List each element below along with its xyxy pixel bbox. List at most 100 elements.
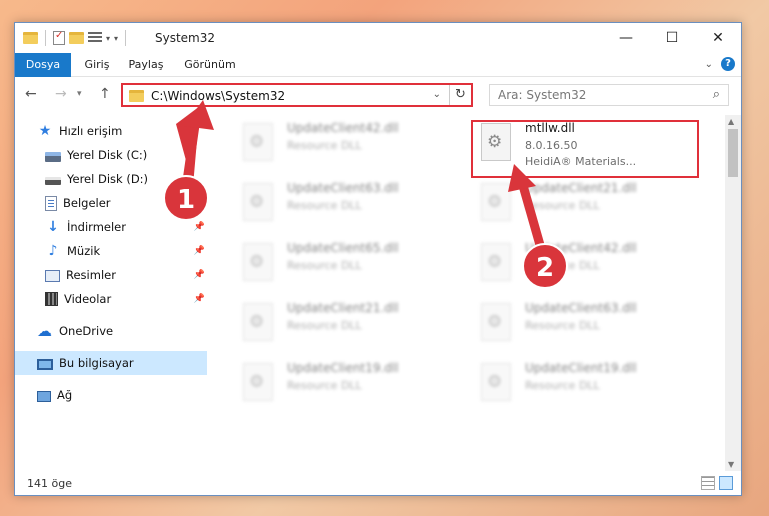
file-item[interactable]: UpdateClient42.dll Resource DLL [475,235,695,293]
file-item[interactable]: UpdateClient63.dll Resource DLL [475,295,695,353]
sidebar-item-pictures[interactable]: Resimler 📌 [45,263,211,287]
file-description: Resource DLL [287,199,362,212]
file-item[interactable]: UpdateClient42.dll Resource DLL [237,115,457,173]
toolbar-divider [125,30,127,46]
tiles-view-icon[interactable] [719,476,733,490]
pin-icon: 📌 [193,222,205,232]
chevron-down-icon[interactable]: ⌄ [433,89,441,100]
file-name: UpdateClient42.dll [287,121,399,135]
dll-file-icon [243,243,273,281]
properties-icon[interactable] [53,30,65,45]
file-name: UpdateClient63.dll [525,301,637,315]
maximize-button[interactable]: ☐ [649,23,695,53]
toolbar-divider [45,30,46,46]
file-name: UpdateClient65.dll [287,241,399,255]
minimize-button[interactable]: — [603,23,649,53]
sidebar-item-label: Bu bilgisayar [59,356,134,370]
sidebar-item-videos[interactable]: Videolar 📌 [45,287,211,311]
star-icon: ★ [38,123,52,139]
explorer-window: ▾ ▾ System32 — ☐ ✕ Dosya Giriş Paylaş Gö… [14,22,742,496]
file-item[interactable]: UpdateClient21.dll Resource DLL [475,175,695,233]
expand-ribbon-icon[interactable]: ⌄ [705,59,713,70]
file-item[interactable]: UpdateClient63.dll Resource DLL [237,175,457,233]
search-placeholder: Ara: System32 [498,88,587,102]
chevron-down-icon[interactable]: ▾ [106,34,110,43]
window-controls: — ☐ ✕ [603,23,741,53]
music-icon: ♪ [48,243,58,259]
view-icon[interactable] [88,32,102,44]
file-name: UpdateClient63.dll [287,181,399,195]
details-view-icon[interactable] [701,476,715,490]
file-description: Resource DLL [525,199,600,212]
file-name: UpdateClient21.dll [287,301,399,315]
sidebar-item-label: Ağ [57,388,73,402]
sidebar-item-label: Müzik [67,244,101,258]
sidebar-item-network[interactable]: Ağ [37,383,211,407]
dll-file-icon [243,183,273,221]
file-description: Resource DLL [525,319,600,332]
dll-file-icon [481,363,511,401]
sidebar-item-label: Yerel Disk (C:) [67,148,148,162]
dll-file-icon [243,303,273,341]
scroll-down-icon[interactable]: ▼ [728,460,734,469]
recent-locations-icon[interactable]: ▾ [77,89,82,99]
sidebar-item-downloads[interactable]: ↓ İndirmeler 📌 [45,215,211,239]
address-path[interactable]: C:\Windows\System32 [151,89,285,103]
tab-view[interactable]: Görünüm [179,53,241,77]
file-name: UpdateClient19.dll [287,361,399,375]
file-item[interactable]: UpdateClient19.dll Resource DLL [237,355,457,413]
file-description: Resource DLL [525,379,600,392]
computer-icon [37,358,53,370]
new-folder-icon[interactable] [69,32,84,44]
search-input[interactable]: Ara: System32 ⌕ [489,84,729,106]
quick-access-toolbar: ▾ ▾ [23,30,129,46]
dll-file-icon [243,123,273,161]
file-description: Resource DLL [287,379,362,392]
sidebar-item-label: Videolar [64,292,112,306]
downloads-icon: ↓ [47,219,59,235]
sidebar-item-onedrive[interactable]: ☁ OneDrive [37,319,211,343]
folder-icon [129,90,144,102]
forward-arrow-icon[interactable]: → [55,86,67,102]
pictures-icon [45,270,60,282]
search-icon[interactable]: ⌕ [713,87,720,102]
close-button[interactable]: ✕ [695,23,741,53]
dll-file-icon [481,303,511,341]
navigation-pane: ★ Hızlı erişim Yerel Disk (C:) Yerel Dis… [15,115,211,465]
dll-file-icon [243,363,273,401]
back-arrow-icon[interactable]: ← [25,86,37,102]
sidebar-item-label: Hızlı erişim [59,124,123,138]
scroll-up-icon[interactable]: ▲ [728,117,734,126]
refresh-icon[interactable]: ↻ [449,85,471,105]
item-count: 141 öge [27,477,72,490]
sidebar-item-local-disk-d[interactable]: Yerel Disk (D:) [45,167,211,191]
drive-icon [45,177,61,185]
view-switcher [701,476,733,490]
customize-toolbar-icon[interactable]: ▾ [114,34,118,43]
sidebar-item-label: OneDrive [59,324,114,338]
documents-icon [45,195,57,211]
address-bar[interactable]: C:\Windows\System32 ⌄ ↻ [121,83,473,107]
file-item[interactable]: UpdateClient65.dll Resource DLL [237,235,457,293]
sidebar-item-documents[interactable]: Belgeler 📌 [45,191,211,215]
up-arrow-icon[interactable]: ↑ [99,86,111,102]
vertical-scrollbar[interactable]: ▲ ▼ [725,115,741,471]
tab-share[interactable]: Paylaş [123,53,169,77]
network-icon [37,390,51,402]
drive-icon [45,151,61,162]
help-icon[interactable]: ? [721,57,735,71]
scroll-thumb[interactable] [728,129,738,177]
tab-file[interactable]: Dosya [15,53,71,77]
sidebar-item-quick-access[interactable]: ★ Hızlı erişim [37,119,211,143]
status-bar: 141 öge [15,473,741,495]
folder-icon [23,32,38,44]
sidebar-item-this-pc[interactable]: Bu bilgisayar [15,351,207,375]
sidebar-item-local-disk-c[interactable]: Yerel Disk (C:) [45,143,211,167]
file-item[interactable]: UpdateClient21.dll Resource DLL [237,295,457,353]
file-item[interactable]: UpdateClient19.dll Resource DLL [475,355,695,413]
dll-file-icon [481,243,511,281]
sidebar-item-label: Resimler [66,268,116,282]
sidebar-item-music[interactable]: ♪ Müzik 📌 [45,239,211,263]
ribbon-tabs: Dosya Giriş Paylaş Görünüm ⌄ ? [15,53,741,77]
tab-home[interactable]: Giriş [79,53,115,77]
